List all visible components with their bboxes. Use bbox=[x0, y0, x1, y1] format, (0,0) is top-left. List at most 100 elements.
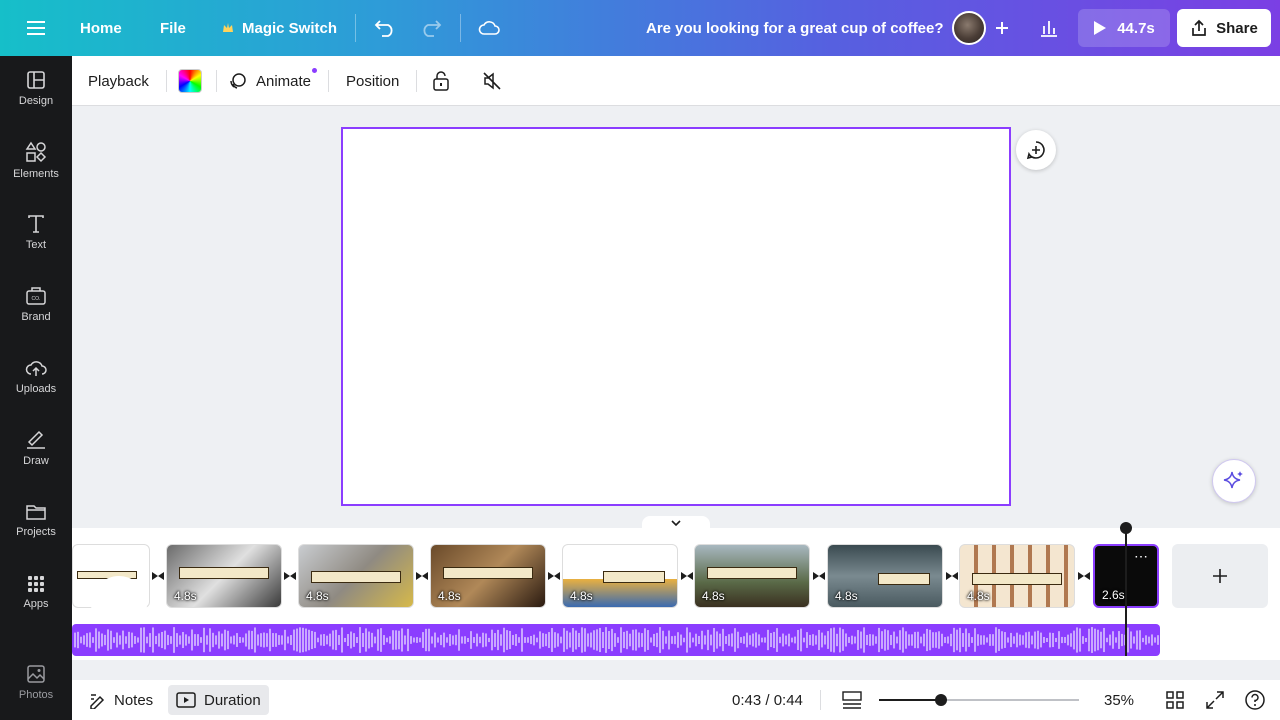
design-canvas[interactable] bbox=[341, 127, 1011, 506]
insights-button[interactable] bbox=[1030, 11, 1068, 45]
waveform-bar bbox=[680, 634, 682, 646]
duration-button[interactable]: Duration bbox=[168, 685, 269, 715]
waveform-bar bbox=[245, 633, 247, 647]
audio-track[interactable] bbox=[72, 624, 1160, 656]
waveform-bar bbox=[533, 634, 535, 646]
redo-button[interactable] bbox=[416, 0, 446, 56]
waveform-bar bbox=[125, 636, 127, 644]
waveform-bar bbox=[1034, 631, 1036, 649]
waveform-bar bbox=[977, 634, 979, 646]
transition-icon[interactable] bbox=[946, 570, 958, 582]
add-page-button[interactable] bbox=[1172, 544, 1268, 608]
transition-icon[interactable] bbox=[1078, 570, 1090, 582]
sidebar-item-design[interactable]: Design bbox=[0, 56, 72, 120]
waveform-bar bbox=[752, 633, 754, 647]
waveform-bar bbox=[1052, 632, 1054, 648]
add-comment-button[interactable] bbox=[1016, 130, 1056, 170]
waveform-bar bbox=[839, 627, 841, 653]
transition-icon[interactable] bbox=[416, 570, 428, 582]
waveform-bar bbox=[746, 632, 748, 648]
sidebar-item-label: Elements bbox=[13, 167, 59, 180]
divider bbox=[328, 70, 329, 92]
sidebar-item-elements[interactable]: Elements bbox=[0, 128, 72, 192]
waveform-bar bbox=[611, 628, 613, 652]
magic-switch-button[interactable]: Magic Switch bbox=[222, 0, 337, 56]
share-button[interactable]: Share bbox=[1177, 9, 1271, 47]
waveform-bar bbox=[179, 635, 181, 645]
waveform-bar bbox=[1154, 637, 1156, 643]
zoom-value[interactable]: 35% bbox=[1104, 680, 1134, 720]
play-button[interactable]: 44.7s bbox=[1078, 9, 1170, 47]
sidebar-item-text[interactable]: Text bbox=[0, 200, 72, 264]
page-thumbnail-8[interactable]: 4.8s bbox=[959, 544, 1075, 608]
zoom-slider-knob[interactable] bbox=[935, 694, 947, 706]
waveform-bar bbox=[143, 627, 145, 653]
grid-view-button[interactable] bbox=[1166, 680, 1184, 720]
waveform-bar bbox=[299, 627, 301, 653]
waveform-bar bbox=[242, 637, 244, 643]
color-button[interactable] bbox=[178, 56, 202, 106]
waveform-bar bbox=[1130, 631, 1132, 649]
transition-icon[interactable] bbox=[813, 570, 825, 582]
playback-button[interactable]: Playback bbox=[88, 56, 149, 106]
waveform-bar bbox=[866, 634, 868, 646]
waveform-bar bbox=[1109, 634, 1111, 646]
transition-icon[interactable] bbox=[681, 570, 693, 582]
sidebar-item-photos[interactable]: Photos bbox=[0, 650, 72, 714]
page-thumbnail-6[interactable]: 4.8s bbox=[694, 544, 810, 608]
play-icon bbox=[1094, 21, 1107, 35]
waveform-bar bbox=[251, 630, 253, 650]
waveform-bar bbox=[638, 632, 640, 648]
waveform-bar bbox=[779, 636, 781, 644]
lock-button[interactable] bbox=[432, 56, 450, 106]
playhead[interactable] bbox=[1125, 526, 1127, 656]
page-thumbnail-5[interactable]: 4.8s bbox=[562, 544, 678, 608]
share-icon bbox=[1192, 19, 1206, 36]
waveform-bar bbox=[659, 627, 661, 653]
notes-button[interactable]: Notes bbox=[88, 680, 153, 720]
transition-icon[interactable] bbox=[284, 570, 296, 582]
waveform-bar bbox=[926, 628, 928, 652]
file-button[interactable]: File bbox=[160, 0, 186, 56]
waveform-bar bbox=[1073, 630, 1075, 650]
waveform-bar bbox=[899, 630, 901, 650]
animate-button[interactable]: Animate bbox=[228, 56, 317, 106]
magic-assistant-button[interactable] bbox=[1212, 459, 1256, 503]
cloud-save-button[interactable] bbox=[474, 0, 504, 56]
more-options-icon[interactable]: ⋯ bbox=[1134, 548, 1149, 565]
page-thumbnail-4[interactable]: 4.8s bbox=[430, 544, 546, 608]
page-thumbnail-2[interactable]: 4.8s bbox=[166, 544, 282, 608]
waveform-bar bbox=[374, 636, 376, 644]
position-button[interactable]: Position bbox=[346, 56, 399, 106]
playhead-handle[interactable] bbox=[1120, 522, 1132, 534]
waveform-bar bbox=[851, 635, 853, 645]
waveform-bar bbox=[206, 635, 208, 645]
home-button[interactable]: Home bbox=[80, 0, 122, 56]
collapse-timeline-button[interactable] bbox=[642, 516, 710, 530]
sidebar-item-uploads[interactable]: Uploads bbox=[0, 344, 72, 408]
transition-icon[interactable] bbox=[152, 570, 164, 582]
menu-button[interactable] bbox=[16, 0, 56, 56]
undo-button[interactable] bbox=[370, 0, 400, 56]
fullscreen-button[interactable] bbox=[1206, 680, 1224, 720]
design-title[interactable]: Are you looking for a great cup of coffe… bbox=[646, 0, 944, 56]
waveform-bar bbox=[581, 627, 583, 653]
avatar[interactable] bbox=[952, 11, 986, 45]
page-thumbnail-7[interactable]: 4.8s bbox=[827, 544, 943, 608]
sidebar-item-apps[interactable]: Apps bbox=[0, 560, 72, 624]
transition-icon[interactable] bbox=[548, 570, 560, 582]
waveform-bar bbox=[848, 637, 850, 643]
sidebar-item-brand[interactable]: CO. Brand bbox=[0, 272, 72, 336]
waveform-bar bbox=[938, 631, 940, 649]
sidebar-item-draw[interactable]: Draw bbox=[0, 416, 72, 480]
waveform-bar bbox=[902, 627, 904, 653]
waveform-bar bbox=[452, 635, 454, 645]
page-view-toggle[interactable] bbox=[842, 680, 862, 720]
help-button[interactable] bbox=[1244, 680, 1266, 720]
mute-button[interactable] bbox=[482, 56, 502, 106]
sidebar-item-projects[interactable]: Projects bbox=[0, 488, 72, 552]
waveform-bar bbox=[338, 635, 340, 645]
page-thumbnail-3[interactable]: 4.8s bbox=[298, 544, 414, 608]
add-collaborator-button[interactable] bbox=[988, 14, 1016, 42]
waveform-bar bbox=[353, 633, 355, 647]
